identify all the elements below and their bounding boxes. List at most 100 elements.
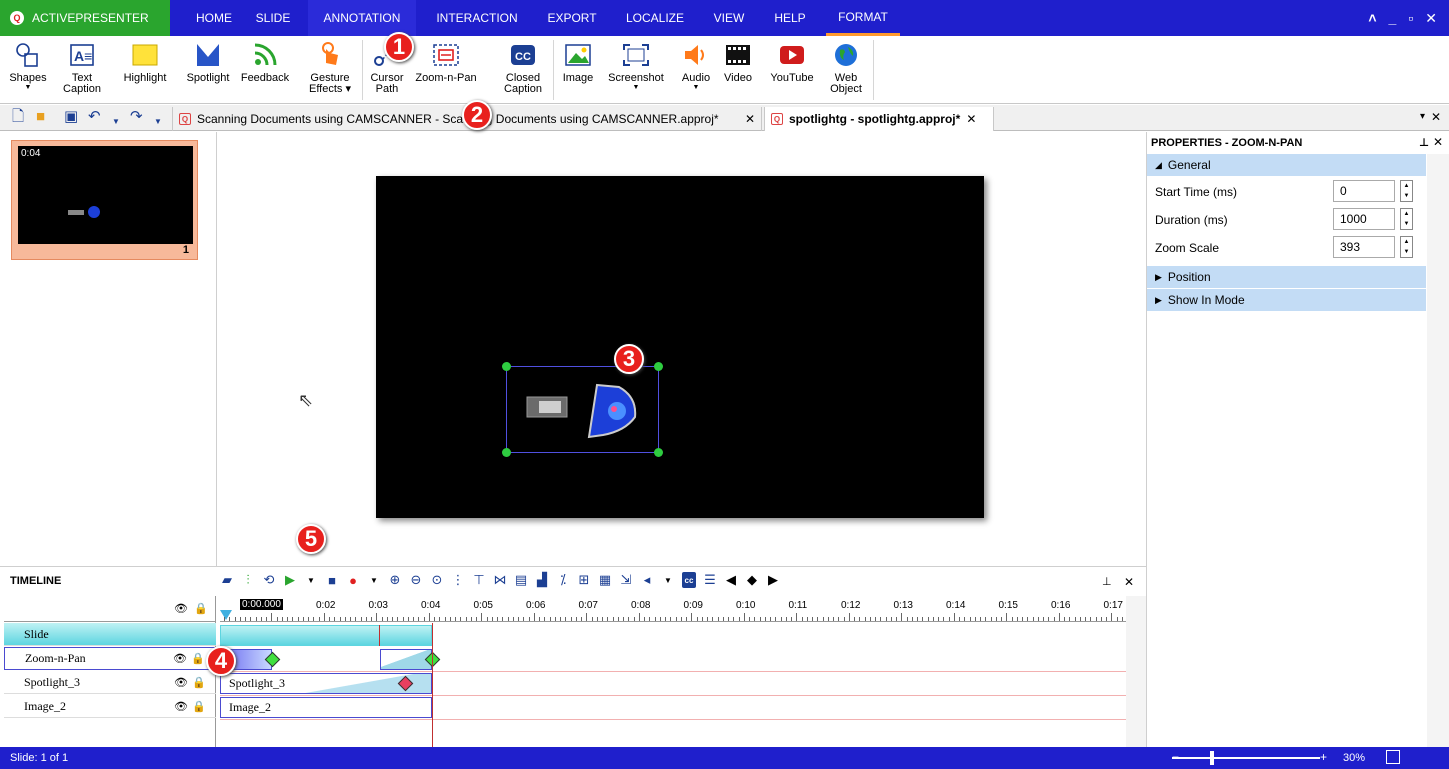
delete-time-icon[interactable]: ⋈ xyxy=(493,572,507,588)
freeze-frame-icon[interactable]: ▤ xyxy=(514,572,528,588)
zoom-scale-input[interactable] xyxy=(1333,236,1395,258)
menu-localize[interactable]: LOCALIZE xyxy=(616,0,694,36)
shapes-button[interactable]: Shapes ▼ xyxy=(9,36,47,104)
pin-icon[interactable]: ⊥ xyxy=(1419,136,1429,149)
timeline-scrollbar[interactable] xyxy=(1126,596,1146,748)
loop-icon[interactable]: ⟲ xyxy=(262,572,276,588)
track-zoom-n-pan[interactable]: Zoom-n-Pan 👁 🔒 xyxy=(4,647,216,670)
undo-icon[interactable]: ↶ xyxy=(88,109,101,125)
align-icon[interactable]: ▟ xyxy=(535,572,549,588)
play-dropdown-icon[interactable]: ▼ xyxy=(304,572,318,588)
audio-button[interactable]: Audio ▼ xyxy=(676,36,716,104)
layers-icon[interactable]: ▰ xyxy=(220,572,234,588)
save-icon[interactable]: ▣ xyxy=(64,109,78,125)
lock-icon[interactable]: 🔒 xyxy=(192,700,206,713)
youtube-button[interactable]: YouTube xyxy=(764,36,820,104)
cursor-icon[interactable]: ⇲ xyxy=(619,572,633,588)
open-folder-icon[interactable]: ■ xyxy=(36,109,45,125)
audio-tools-icon[interactable]: ◂ xyxy=(640,572,654,588)
zoom-out-icon[interactable]: ⊖ xyxy=(409,572,423,588)
resize-handle[interactable] xyxy=(502,362,511,371)
menu-format[interactable]: FORMAT xyxy=(826,0,900,36)
undo-dropdown-icon[interactable]: ▼ xyxy=(112,114,120,130)
app-menu-button[interactable]: Q ACTIVEPRESENTER xyxy=(0,0,170,36)
lock-all-icon[interactable]: 🔒 xyxy=(194,602,208,615)
close-icon[interactable]: ✕ xyxy=(1425,10,1437,27)
distribute-icon[interactable]: ▦ xyxy=(598,572,612,588)
restore-icon[interactable]: ▫ xyxy=(1408,10,1413,26)
visibility-all-icon[interactable]: 👁 xyxy=(174,602,188,615)
visibility-icon[interactable]: 👁 xyxy=(174,676,188,689)
zoom-fit-icon[interactable]: ⊙ xyxy=(430,572,444,588)
resize-handle[interactable] xyxy=(502,448,511,457)
tab-spotlightg-project[interactable]: Q spotlightg - spotlightg.approj* ✕ xyxy=(764,107,994,131)
highlight-button[interactable]: Highlight xyxy=(116,36,174,104)
previous-keyframe-icon[interactable]: ◀ xyxy=(724,572,738,588)
pin-icon[interactable]: ⊥ xyxy=(1102,575,1112,588)
closed-caption-button[interactable]: CC Closed Caption xyxy=(500,36,546,104)
web-object-button[interactable]: Web Object xyxy=(826,36,866,104)
stop-icon[interactable]: ■ xyxy=(325,572,339,588)
zoom-slider-thumb[interactable] xyxy=(1210,751,1214,765)
play-icon[interactable]: ▶ xyxy=(283,572,297,588)
tab-list-dropdown-icon[interactable]: ▾ xyxy=(1420,111,1425,122)
properties-scrollbar[interactable] xyxy=(1427,154,1449,747)
track-image[interactable]: Image_2 👁 🔒 xyxy=(4,695,216,718)
close-icon[interactable]: ✕ xyxy=(1124,575,1134,589)
spotlight-button[interactable]: Spotlight xyxy=(180,36,236,104)
image-button[interactable]: Image xyxy=(558,36,598,104)
feedback-button[interactable]: Feedback xyxy=(240,36,290,104)
gesture-effects-button[interactable]: Gesture Effects ▾ xyxy=(300,36,360,104)
close-all-icon[interactable]: ✕ xyxy=(1431,110,1441,124)
section-general[interactable]: ◢ General xyxy=(1147,154,1426,176)
fit-window-icon[interactable] xyxy=(1386,750,1400,764)
menu-annotation[interactable]: ANNOTATION xyxy=(308,0,416,36)
menu-view[interactable]: VIEW xyxy=(704,0,754,36)
redo-icon[interactable]: ↷ xyxy=(130,109,143,125)
visibility-icon[interactable]: 👁 xyxy=(173,652,187,665)
close-tab-icon[interactable]: ✕ xyxy=(966,112,976,126)
record-icon[interactable]: ● xyxy=(346,572,360,588)
zoom-in-button[interactable]: + xyxy=(1320,750,1327,764)
section-position[interactable]: ▶ Position xyxy=(1147,266,1426,288)
lock-icon[interactable]: 🔒 xyxy=(191,652,205,665)
zoom-scale-spinner[interactable]: ▲ ▼ xyxy=(1400,236,1413,258)
time-ruler[interactable]: 0:00.000 0:02 0:03 0:04 0:05 0:06 0:07 0:08 0:0… xyxy=(220,596,1126,622)
slide-thumbnail[interactable]: 0:04 1 xyxy=(11,140,198,260)
redo-dropdown-icon[interactable]: ▼ xyxy=(154,114,162,130)
duration-input[interactable] xyxy=(1333,208,1395,230)
resize-handle[interactable] xyxy=(654,448,663,457)
collapse-ribbon-icon[interactable]: ˄ xyxy=(1368,10,1376,26)
image-bar[interactable]: Image_2 xyxy=(220,697,432,718)
insert-time-icon[interactable]: ⊤ xyxy=(472,572,486,588)
menu-help[interactable]: HELP xyxy=(764,0,816,36)
section-show-in-mode[interactable]: ▶ Show In Mode xyxy=(1147,289,1426,311)
zoom-slider[interactable] xyxy=(1172,757,1320,759)
zoom-n-pan-button[interactable]: Zoom-n-Pan xyxy=(414,36,478,104)
screenshot-button[interactable]: Screenshot ▼ xyxy=(604,36,668,104)
start-time-input[interactable] xyxy=(1333,180,1395,202)
track-spotlight[interactable]: Spotlight_3 👁 🔒 xyxy=(4,671,216,694)
snap-icon[interactable]: ⫶ xyxy=(241,572,255,588)
menu-export[interactable]: EXPORT xyxy=(538,0,606,36)
audio-dropdown-icon[interactable]: ▼ xyxy=(661,572,675,588)
track-slide[interactable]: Slide xyxy=(4,623,216,646)
visibility-icon[interactable]: 👁 xyxy=(174,700,188,713)
close-icon[interactable]: ✕ xyxy=(1433,135,1443,149)
text-caption-button[interactable]: A≡ Text Caption xyxy=(60,36,104,104)
zoom-in-icon[interactable]: ⊕ xyxy=(388,572,402,588)
menu-slide[interactable]: SLIDE xyxy=(248,0,298,36)
fit-to-slide-icon[interactable]: ⊞ xyxy=(577,572,591,588)
start-time-spinner[interactable]: ▲ ▼ xyxy=(1400,180,1413,202)
close-tab-icon[interactable]: ✕ xyxy=(745,112,755,126)
slide-bar[interactable] xyxy=(220,625,432,646)
zoom-n-pan-selection[interactable] xyxy=(502,362,663,457)
duration-spinner[interactable]: ▲ ▼ xyxy=(1400,208,1413,230)
lock-icon[interactable]: 🔒 xyxy=(192,676,206,689)
speed-icon[interactable]: ⁒ xyxy=(556,572,570,588)
menu-interaction[interactable]: INTERACTION xyxy=(426,0,528,36)
record-dropdown-icon[interactable]: ▼ xyxy=(367,572,381,588)
menu-home[interactable]: HOME xyxy=(190,0,238,36)
closed-caption-icon[interactable]: cc xyxy=(682,572,696,588)
add-keyframe-icon[interactable]: ◆ xyxy=(745,572,759,588)
